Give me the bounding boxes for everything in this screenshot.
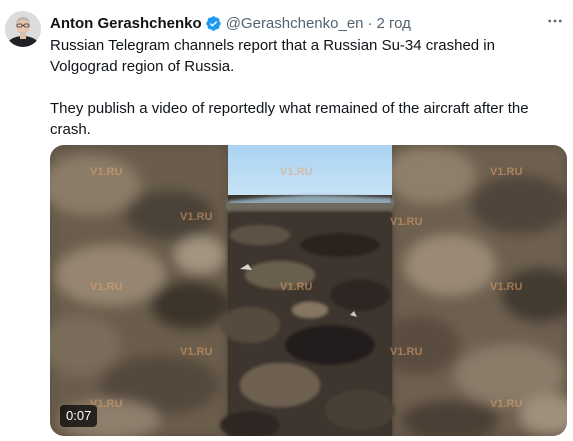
author-avatar[interactable] xyxy=(5,11,41,47)
author-handle[interactable]: @Gerashchenko_en xyxy=(226,15,364,32)
verified-badge-icon[interactable] xyxy=(205,15,222,32)
watermark-text: V1.RU xyxy=(280,281,312,293)
watermark-text: V1.RU xyxy=(490,398,522,410)
author-display-name[interactable]: Anton Gerashchenko xyxy=(50,15,202,32)
video-thumbnail: V1.RU V1.RU V1.RU V1.RU V1.RU V1.RU V1.R… xyxy=(50,145,567,436)
watermark-text: V1.RU xyxy=(390,216,422,228)
more-options-button[interactable] xyxy=(543,10,567,32)
tweet-paragraph-1: Russian Telegram channels report that a … xyxy=(50,37,495,75)
separator-dot: · xyxy=(367,14,373,32)
avatar-photo xyxy=(5,11,41,47)
watermark-text: V1.RU xyxy=(90,281,122,293)
more-horizontal-icon xyxy=(548,19,562,23)
tweet-timestamp[interactable]: 2 год xyxy=(377,15,411,32)
watermark-text: V1.RU xyxy=(180,211,212,223)
tweet-header: Anton Gerashchenko @Gerashchenko_en · 2 … xyxy=(50,12,411,34)
watermark-text: V1.RU xyxy=(280,166,312,178)
tweet-video[interactable]: V1.RU V1.RU V1.RU V1.RU V1.RU V1.RU V1.R… xyxy=(50,145,567,436)
tweet-text: Russian Telegram channels report that a … xyxy=(50,35,560,140)
watermark-text: V1.RU xyxy=(180,346,212,358)
watermark-text: V1.RU xyxy=(90,166,122,178)
tweet-paragraph-2: They publish a video of reportedly what … xyxy=(50,100,529,138)
tweet[interactable]: Anton Gerashchenko @Gerashchenko_en · 2 … xyxy=(0,0,573,441)
watermark-text: V1.RU xyxy=(490,281,522,293)
watermark-text: V1.RU xyxy=(390,346,422,358)
video-duration-badge: 0:07 xyxy=(60,405,98,427)
watermark-text: V1.RU xyxy=(490,166,522,178)
